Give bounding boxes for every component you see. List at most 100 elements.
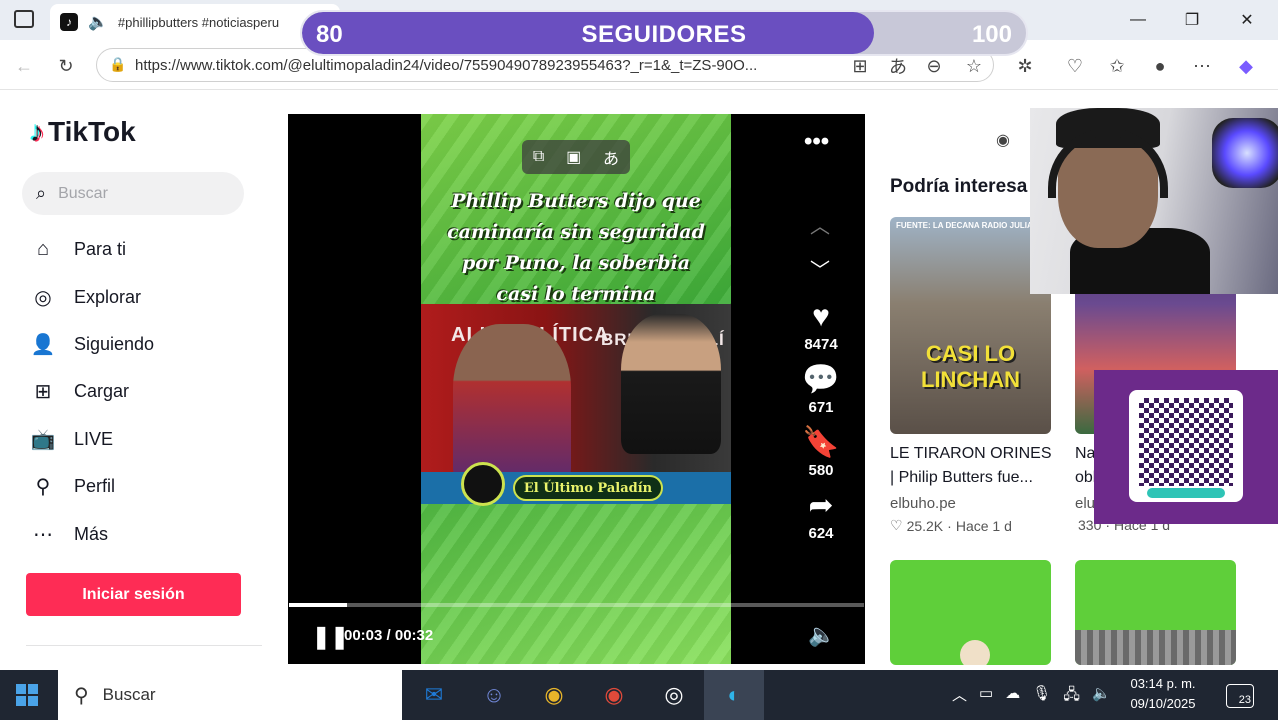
- device-icon[interactable]: ▭: [979, 684, 993, 709]
- channel-logo: [461, 462, 505, 506]
- reload-icon[interactable]: ↻: [54, 54, 78, 78]
- suggestion-meta-1: ♡ 25.2K · Hace 1 d: [890, 517, 1012, 534]
- back-icon[interactable]: ←: [12, 54, 36, 78]
- video-player[interactable]: ⧉ ▣ あ Phillip Butters dijo que caminaría…: [288, 114, 865, 664]
- comment-count: 671: [808, 399, 834, 416]
- comment-button[interactable]: 💬 671: [788, 363, 854, 416]
- discord-icon[interactable]: ☺: [474, 676, 514, 714]
- thumbnail-scene: [1075, 630, 1236, 665]
- favorites-icon[interactable]: ✩: [1105, 54, 1129, 78]
- settings-more-icon[interactable]: ⋯: [1190, 54, 1214, 78]
- taskbar-clock[interactable]: 03:14 p. m. 09/10/2025: [1122, 674, 1204, 714]
- search-placeholder: Buscar: [58, 184, 108, 202]
- suggestion-thumbnail-4[interactable]: [1075, 560, 1236, 665]
- person-icon: ⚲: [35, 475, 51, 498]
- notification-center-icon[interactable]: 23: [1226, 684, 1254, 708]
- comment-icon: 💬: [802, 363, 840, 396]
- browser-essentials-icon[interactable]: ♡: [1063, 54, 1087, 78]
- sidebar-item-mas[interactable]: ⋯ Más: [30, 519, 108, 549]
- search-input[interactable]: ⌕ Buscar: [22, 172, 244, 215]
- tiktok-wordmark: TikTok: [48, 116, 136, 147]
- clock-date: 09/10/2025: [1130, 696, 1196, 711]
- share-count: 624: [808, 525, 834, 542]
- tiktok-favicon: ♪: [60, 13, 78, 31]
- like-button[interactable]: ♥ 8474: [788, 300, 854, 353]
- chrome-profile-icon[interactable]: ◉: [594, 676, 634, 714]
- system-tray: ︿ ▭ ☁ 🎙 🖧 🔈: [952, 684, 1111, 709]
- sidebar-item-cargar[interactable]: ⊞ Cargar: [30, 376, 129, 406]
- cloud-icon[interactable]: ☁: [1005, 684, 1020, 709]
- translate-icon[interactable]: あ: [603, 145, 619, 169]
- network-icon[interactable]: 🖧: [1063, 684, 1080, 709]
- suggestion-source-1: elbuho.pe: [890, 495, 956, 512]
- windows-start-icon[interactable]: [16, 684, 38, 706]
- sidebar-item-label: Para ti: [74, 238, 127, 259]
- suggestion-age: Hace 1 d: [955, 517, 1012, 534]
- taskbar-search-input[interactable]: ⚲ Buscar: [58, 670, 402, 720]
- previous-video-icon[interactable]: ︿: [810, 210, 830, 239]
- login-button[interactable]: Iniciar sesión: [26, 573, 241, 616]
- suggestion-title-1[interactable]: LE TIRARON ORINES | Philip Butters fue..…: [890, 442, 1055, 490]
- microphone-icon[interactable]: 🎙: [1032, 684, 1051, 709]
- followers-goal: 100: [971, 21, 1012, 48]
- suggestion-thumbnail-3[interactable]: [890, 560, 1051, 665]
- search-icon: ⌕: [36, 183, 47, 203]
- qr-card: [1129, 390, 1243, 502]
- close-icon[interactable]: ✕: [1235, 8, 1259, 32]
- qr-caption-bar: [1147, 488, 1225, 498]
- video-overlay-toolbar[interactable]: ⧉ ▣ あ: [522, 140, 630, 174]
- speaker-icon[interactable]: 🔈: [88, 12, 108, 32]
- obs-icon[interactable]: ◎: [654, 676, 694, 714]
- copilot-icon[interactable]: ◆: [1234, 54, 1258, 78]
- suggestion-likes: 25.2K: [906, 517, 944, 534]
- sidebar-item-live[interactable]: 📺 LIVE: [30, 424, 113, 454]
- outlook-icon[interactable]: ✉: [414, 676, 454, 714]
- minimize-icon[interactable]: —: [1126, 8, 1150, 32]
- home-icon: ⌂: [36, 237, 50, 260]
- bookmark-icon: 🔖: [802, 426, 840, 459]
- suggestion-thumbnail-1[interactable]: FUENTE: LA DECANA RADIO JULIACA CASI LO …: [890, 217, 1051, 434]
- sidebar-item-siguiendo[interactable]: 👤 Siguiendo: [30, 329, 155, 359]
- extensions-icon[interactable]: ✲: [1013, 54, 1037, 78]
- video-actions: ♥ 8474 💬 671 🔖 580 ➦ 624: [788, 300, 854, 552]
- app-grid-icon[interactable]: ⊞: [848, 54, 872, 78]
- lock-icon: 🔒: [109, 56, 127, 72]
- more-options-icon[interactable]: •••: [804, 128, 829, 156]
- sidebar-item-explorar[interactable]: ◎ Explorar: [30, 282, 141, 312]
- search-icon: ⚲: [74, 684, 89, 707]
- compass-icon: ◎: [34, 286, 52, 309]
- thumbnail-source-text: FUENTE: LA DECANA RADIO JULIACA: [896, 221, 1045, 230]
- tab-actions-icon[interactable]: [14, 10, 34, 28]
- url-text: https://www.tiktok.com/@elultimopaladin2…: [135, 56, 758, 74]
- tiktok-logo[interactable]: ♪ TikTok: [30, 116, 136, 148]
- visual-search-icon[interactable]: ▣: [566, 147, 581, 167]
- browser-tab[interactable]: ♪ 🔈 #phillipbutters #noticiasperu: [50, 4, 340, 40]
- share-button[interactable]: ➦ 624: [788, 489, 854, 542]
- zoom-icon[interactable]: ⊖: [922, 54, 946, 78]
- sidebar-item-para-ti[interactable]: ⌂ Para ti: [30, 234, 126, 264]
- next-video-icon[interactable]: ﹀: [810, 254, 830, 283]
- translate-icon[interactable]: あ: [886, 54, 910, 78]
- share-arrow-icon: ➦: [808, 489, 834, 522]
- favorite-star-icon[interactable]: ☆: [962, 54, 986, 78]
- edge-icon[interactable]: ◐: [714, 676, 754, 714]
- channel-banner: El Último Paladín: [421, 462, 731, 506]
- chrome-icon[interactable]: ◉: [534, 676, 574, 714]
- chevron-up-icon[interactable]: ︿: [952, 684, 967, 709]
- maximize-icon[interactable]: ❐: [1180, 8, 1204, 32]
- profile-icon[interactable]: ●: [1148, 54, 1172, 78]
- sidebar-divider: [26, 645, 262, 646]
- volume-icon[interactable]: 🔈: [808, 622, 835, 648]
- save-button[interactable]: 🔖 580: [788, 426, 854, 479]
- music-disc-icon[interactable]: ◉: [996, 130, 1016, 150]
- host-person: [453, 324, 571, 484]
- picture-in-picture-icon[interactable]: ⧉: [533, 148, 544, 166]
- tab-title: #phillipbutters #noticiasperu: [117, 14, 280, 30]
- taskbar-search-placeholder: Buscar: [102, 685, 156, 704]
- video-progress-bar[interactable]: [289, 603, 864, 607]
- sidebar-item-label: Explorar: [74, 286, 142, 307]
- sidebar-item-perfil[interactable]: ⚲ Perfil: [30, 471, 115, 501]
- donation-qr-panel: [1094, 370, 1278, 524]
- speaker-icon[interactable]: 🔈: [1092, 684, 1111, 709]
- rgb-light: [1212, 118, 1278, 188]
